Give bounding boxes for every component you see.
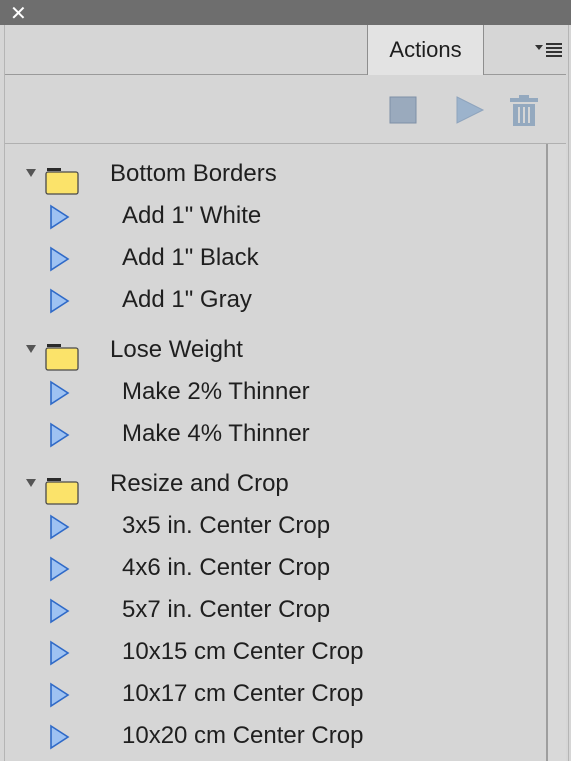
panel-menu-button[interactable] [535, 39, 563, 61]
disclosure-triangle-icon[interactable] [25, 167, 37, 179]
folder-icon [45, 478, 79, 505]
action-item-label: Add 1" White [122, 202, 262, 229]
action-item-label: Add 1" Gray [122, 286, 252, 313]
action-set-row[interactable]: Bottom Borders [5, 153, 547, 195]
action-item-row[interactable]: 4x6 in. Center Crop [5, 547, 547, 589]
trash-icon [510, 95, 538, 126]
action-item-label: Make 2% Thinner [122, 378, 310, 405]
action-item-label: Add 1" Black [122, 244, 259, 271]
action-item-row[interactable]: Add 1" Gray [5, 279, 547, 321]
disclosure-triangle-icon[interactable] [25, 477, 37, 489]
stop-square-icon [389, 96, 417, 124]
tab-actions[interactable]: Actions [367, 25, 484, 75]
action-item-label: 10x20 cm Center Crop [122, 722, 364, 749]
vertical-scrollbar[interactable] [546, 144, 566, 761]
action-item-row[interactable]: 10x15 cm Center Crop [5, 631, 547, 673]
action-play-icon [50, 204, 70, 230]
panel-title-bar: ✕ [0, 0, 571, 25]
action-play-icon [50, 556, 70, 582]
action-set-row[interactable]: Lose Weight [5, 329, 547, 371]
action-set-label: Bottom Borders [110, 160, 277, 187]
action-item-label: 10x17 cm Center Crop [122, 680, 364, 707]
action-item-row[interactable]: 3x5 in. Center Crop [5, 505, 547, 547]
action-item-row[interactable]: Add 1" Black [5, 237, 547, 279]
action-set-label: Resize and Crop [110, 470, 289, 497]
action-play-icon [50, 246, 70, 272]
stop-button[interactable] [388, 94, 420, 126]
action-play-icon [50, 598, 70, 624]
action-set-row[interactable]: Resize and Crop [5, 463, 547, 505]
action-play-icon [50, 724, 70, 750]
action-item-label: 4x6 in. Center Crop [122, 554, 331, 581]
action-play-icon [50, 514, 70, 540]
play-icon [456, 96, 485, 124]
action-item-row[interactable]: Add 1" White [5, 195, 547, 237]
action-play-icon [50, 288, 70, 314]
action-play-icon [50, 640, 70, 666]
delete-button[interactable] [508, 94, 540, 126]
play-button[interactable] [454, 94, 486, 126]
folder-icon [45, 344, 79, 371]
actions-list: Bottom Borders Add 1" White Add 1" Black… [5, 144, 547, 761]
action-item-row[interactable]: 5x7 in. Center Crop [5, 589, 547, 631]
action-item-label: Make 4% Thinner [122, 420, 310, 447]
actions-toolbar [5, 75, 566, 144]
action-item-label: 5x7 in. Center Crop [122, 596, 331, 623]
action-item-row[interactable]: 10x17 cm Center Crop [5, 673, 547, 715]
action-play-icon [50, 380, 70, 406]
action-item-label: 10x15 cm Center Crop [122, 638, 364, 665]
action-play-icon [50, 682, 70, 708]
tab-strip: Actions [5, 25, 566, 75]
action-play-icon [50, 422, 70, 448]
disclosure-triangle-icon[interactable] [25, 343, 37, 355]
action-set-label: Lose Weight [110, 336, 243, 363]
action-item-row[interactable]: Make 2% Thinner [5, 371, 547, 413]
action-item-label: 3x5 in. Center Crop [122, 512, 331, 539]
close-icon[interactable]: ✕ [10, 2, 32, 24]
panel-menu-icon [535, 43, 562, 57]
action-item-row[interactable]: Make 4% Thinner [5, 413, 547, 455]
folder-icon [45, 168, 79, 195]
action-item-row[interactable]: 10x20 cm Center Crop [5, 715, 547, 757]
